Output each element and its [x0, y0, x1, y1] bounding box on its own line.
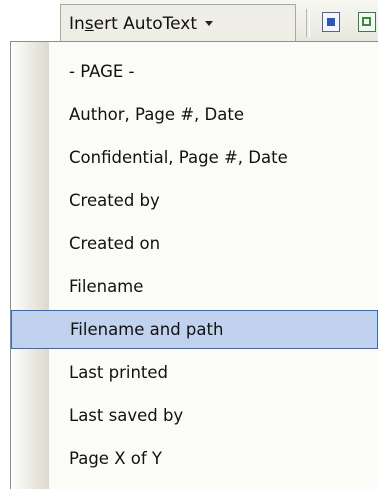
menu-item-label: Confidential, Page #, Date — [69, 148, 288, 167]
menu-item-page-x-of-y[interactable]: Page X of Y — [11, 439, 378, 478]
menu-item-label: Last printed — [69, 363, 169, 382]
menu-item-label: Created on — [69, 234, 161, 253]
autotext-dropdown-menu: - PAGE - Author, Page #, Date Confidenti… — [10, 41, 378, 489]
menu-item-last-printed[interactable]: Last printed — [11, 353, 378, 392]
insert-autotext-button[interactable]: Insert AutoText — [60, 4, 296, 42]
insert-page-number-icon[interactable] — [322, 12, 340, 32]
header-footer-toolbar: Insert AutoText — [0, 0, 378, 42]
insert-autotext-label: Insert AutoText — [69, 13, 198, 34]
menu-item-created-on[interactable]: Created on — [11, 224, 378, 263]
menu-item-created-by[interactable]: Created by — [11, 181, 378, 220]
menu-item-author-page-date[interactable]: Author, Page #, Date — [11, 95, 378, 134]
menu-item-last-saved-by[interactable]: Last saved by — [11, 396, 378, 435]
toolbar-blank-area — [0, 0, 60, 42]
menu-item-label: Last saved by — [69, 406, 184, 425]
toolbar-separator — [306, 9, 310, 37]
menu-item-label: Created by — [69, 191, 160, 210]
menu-item-label: - PAGE - — [69, 62, 135, 81]
menu-item-filename-and-path[interactable]: Filename and path — [11, 310, 378, 349]
chevron-down-icon — [205, 21, 214, 26]
menu-item-page[interactable]: - PAGE - — [11, 52, 378, 91]
menu-item-label: Filename and path — [70, 320, 224, 339]
menu-item-label: Page X of Y — [69, 449, 162, 468]
insert-number-of-pages-icon[interactable] — [358, 12, 376, 32]
menu-item-confidential-page-date[interactable]: Confidential, Page #, Date — [11, 138, 378, 177]
menu-item-label: Author, Page #, Date — [69, 105, 244, 124]
menu-item-label: Filename — [69, 277, 144, 296]
menu-item-filename[interactable]: Filename — [11, 267, 378, 306]
